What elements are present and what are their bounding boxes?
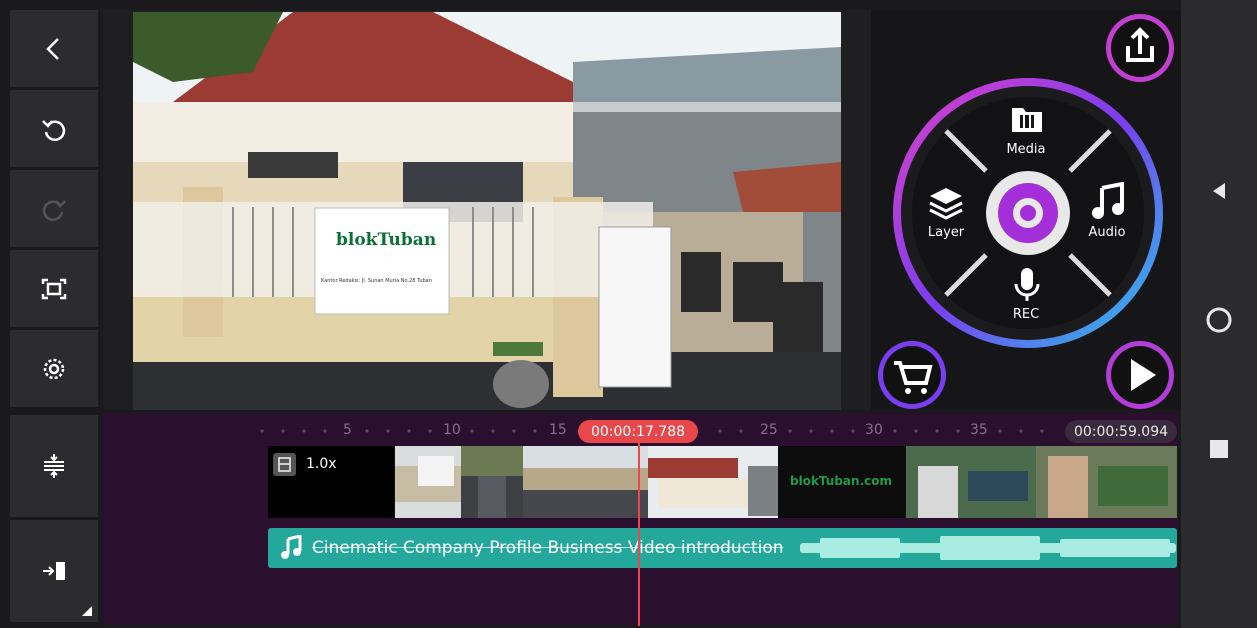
layer-menu-label[interactable]: Layer — [916, 225, 976, 240]
undo-icon — [42, 119, 66, 141]
banner-address: Kantor Redaksi: Jl. Sunan Muria No.28 Tu… — [321, 278, 432, 284]
fit-screen-icon — [41, 278, 67, 299]
playhead-line[interactable] — [638, 440, 640, 626]
jump-to-end-icon — [43, 562, 65, 580]
audio-note-icon[interactable] — [1088, 182, 1128, 220]
redo-button[interactable] — [10, 170, 98, 247]
ruler-mark: 35 — [970, 422, 988, 438]
redo-icon — [42, 199, 66, 221]
ruler-mark: 15 — [549, 422, 567, 438]
thumb — [523, 446, 648, 518]
timeline-ruler-dots — [260, 429, 1044, 433]
thumb — [1036, 446, 1177, 518]
play-button[interactable] — [1104, 339, 1176, 411]
audio-waveform — [800, 536, 1176, 560]
nav-recents-icon[interactable] — [1210, 440, 1228, 458]
undo-button[interactable] — [10, 90, 98, 167]
video-clip-track[interactable] — [268, 446, 1177, 518]
audio-menu-label[interactable]: Audio — [1077, 225, 1137, 240]
thumb — [906, 446, 1036, 518]
video-preview[interactable]: blokTuban Kantor Redaksi: Jl. Sunan Muri… — [133, 12, 841, 410]
timeline-adjust-button[interactable] — [10, 415, 98, 517]
audio-title: Cinematic Company Profile Business Video… — [312, 538, 784, 558]
timeline-panel[interactable] — [103, 413, 1177, 625]
ruler-mark: 5 — [343, 422, 352, 438]
banner-brand: blokTuban — [336, 230, 437, 250]
layer-icon[interactable] — [928, 186, 964, 220]
fit-screen-button[interactable] — [10, 250, 98, 327]
store-button[interactable] — [876, 339, 948, 411]
microphone-icon[interactable] — [1012, 266, 1042, 304]
ruler-mark: 25 — [760, 422, 778, 438]
audio-note-icon — [281, 535, 302, 559]
settings-icon — [43, 358, 65, 379]
jump-to-end-button[interactable] — [10, 520, 98, 622]
preview-frame-image — [133, 12, 841, 410]
clip-brand-text: blokTuban.com — [790, 474, 892, 488]
ruler-mark: 10 — [443, 422, 461, 438]
thumb — [461, 446, 523, 518]
corner-indicator-icon — [82, 606, 92, 616]
media-icon[interactable] — [1010, 104, 1044, 134]
ruler-mark: 30 — [865, 422, 883, 438]
timeline-adjust-icon — [44, 454, 64, 478]
rec-menu-label[interactable]: REC — [996, 307, 1056, 322]
settings-button[interactable] — [10, 330, 98, 407]
nav-back-icon[interactable] — [1209, 181, 1229, 201]
back-arrow-icon — [46, 37, 59, 60]
system-nav-bar — [1181, 0, 1257, 628]
thumb — [648, 446, 778, 518]
back-button[interactable] — [10, 10, 98, 87]
total-duration: 00:00:59.094 — [1065, 420, 1177, 443]
thumb — [395, 446, 461, 518]
export-button[interactable] — [1104, 12, 1176, 84]
clip-speed-label: 1.0x — [306, 456, 337, 472]
nav-home-icon[interactable] — [1205, 306, 1233, 334]
left-toolbar — [10, 10, 98, 622]
media-menu-label[interactable]: Media — [996, 142, 1056, 157]
